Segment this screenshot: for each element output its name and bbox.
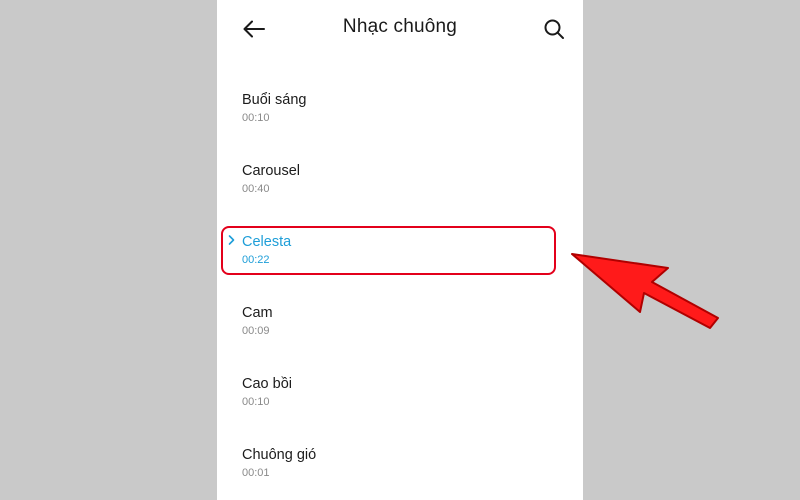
ringtone-name: Chuông gió [242, 447, 317, 463]
page-title: Nhạc chuông [342, 16, 458, 37]
ringtone-item[interactable]: Chuông gió 00:01 [217, 427, 583, 498]
ringtone-duration: 00:10 [242, 112, 270, 124]
ringtone-name: Buổi sáng [242, 92, 307, 108]
ringtone-item[interactable]: Carousel 00:40 [217, 143, 583, 214]
ringtone-duration: 00:10 [242, 396, 270, 408]
ringtone-duration: 00:40 [242, 183, 270, 195]
ringtone-name: Celesta [242, 234, 292, 250]
ringtone-name: Cam [242, 305, 273, 321]
annotation-arrow-icon [571, 253, 719, 329]
screenshot-stage: Nhạc chuông Buổi sáng 00:10 Carousel 00:… [0, 0, 800, 500]
phone-screen: Nhạc chuông Buổi sáng 00:10 Carousel 00:… [217, 0, 583, 500]
ringtone-name: Carousel [242, 163, 301, 179]
search-icon [544, 19, 564, 39]
ringtone-item[interactable]: Cao bồi 00:10 [217, 356, 583, 427]
ringtone-name: Cao bồi [242, 376, 292, 392]
ringtone-duration: 00:22 [242, 254, 270, 266]
ringtone-item[interactable]: Cam 00:09 [217, 285, 583, 356]
app-bar: Nhạc chuông [217, 0, 583, 58]
search-button[interactable] [539, 14, 569, 44]
ringtone-duration: 00:09 [242, 325, 270, 337]
ringtone-duration: 00:01 [242, 467, 270, 479]
ringtone-list: Buổi sáng 00:10 Carousel 00:40 Celesta 0… [217, 72, 583, 498]
ringtone-item[interactable]: Buổi sáng 00:10 [217, 72, 583, 143]
ringtone-item-selected[interactable]: Celesta 00:22 [217, 214, 583, 285]
chevron-right-icon [228, 235, 235, 245]
